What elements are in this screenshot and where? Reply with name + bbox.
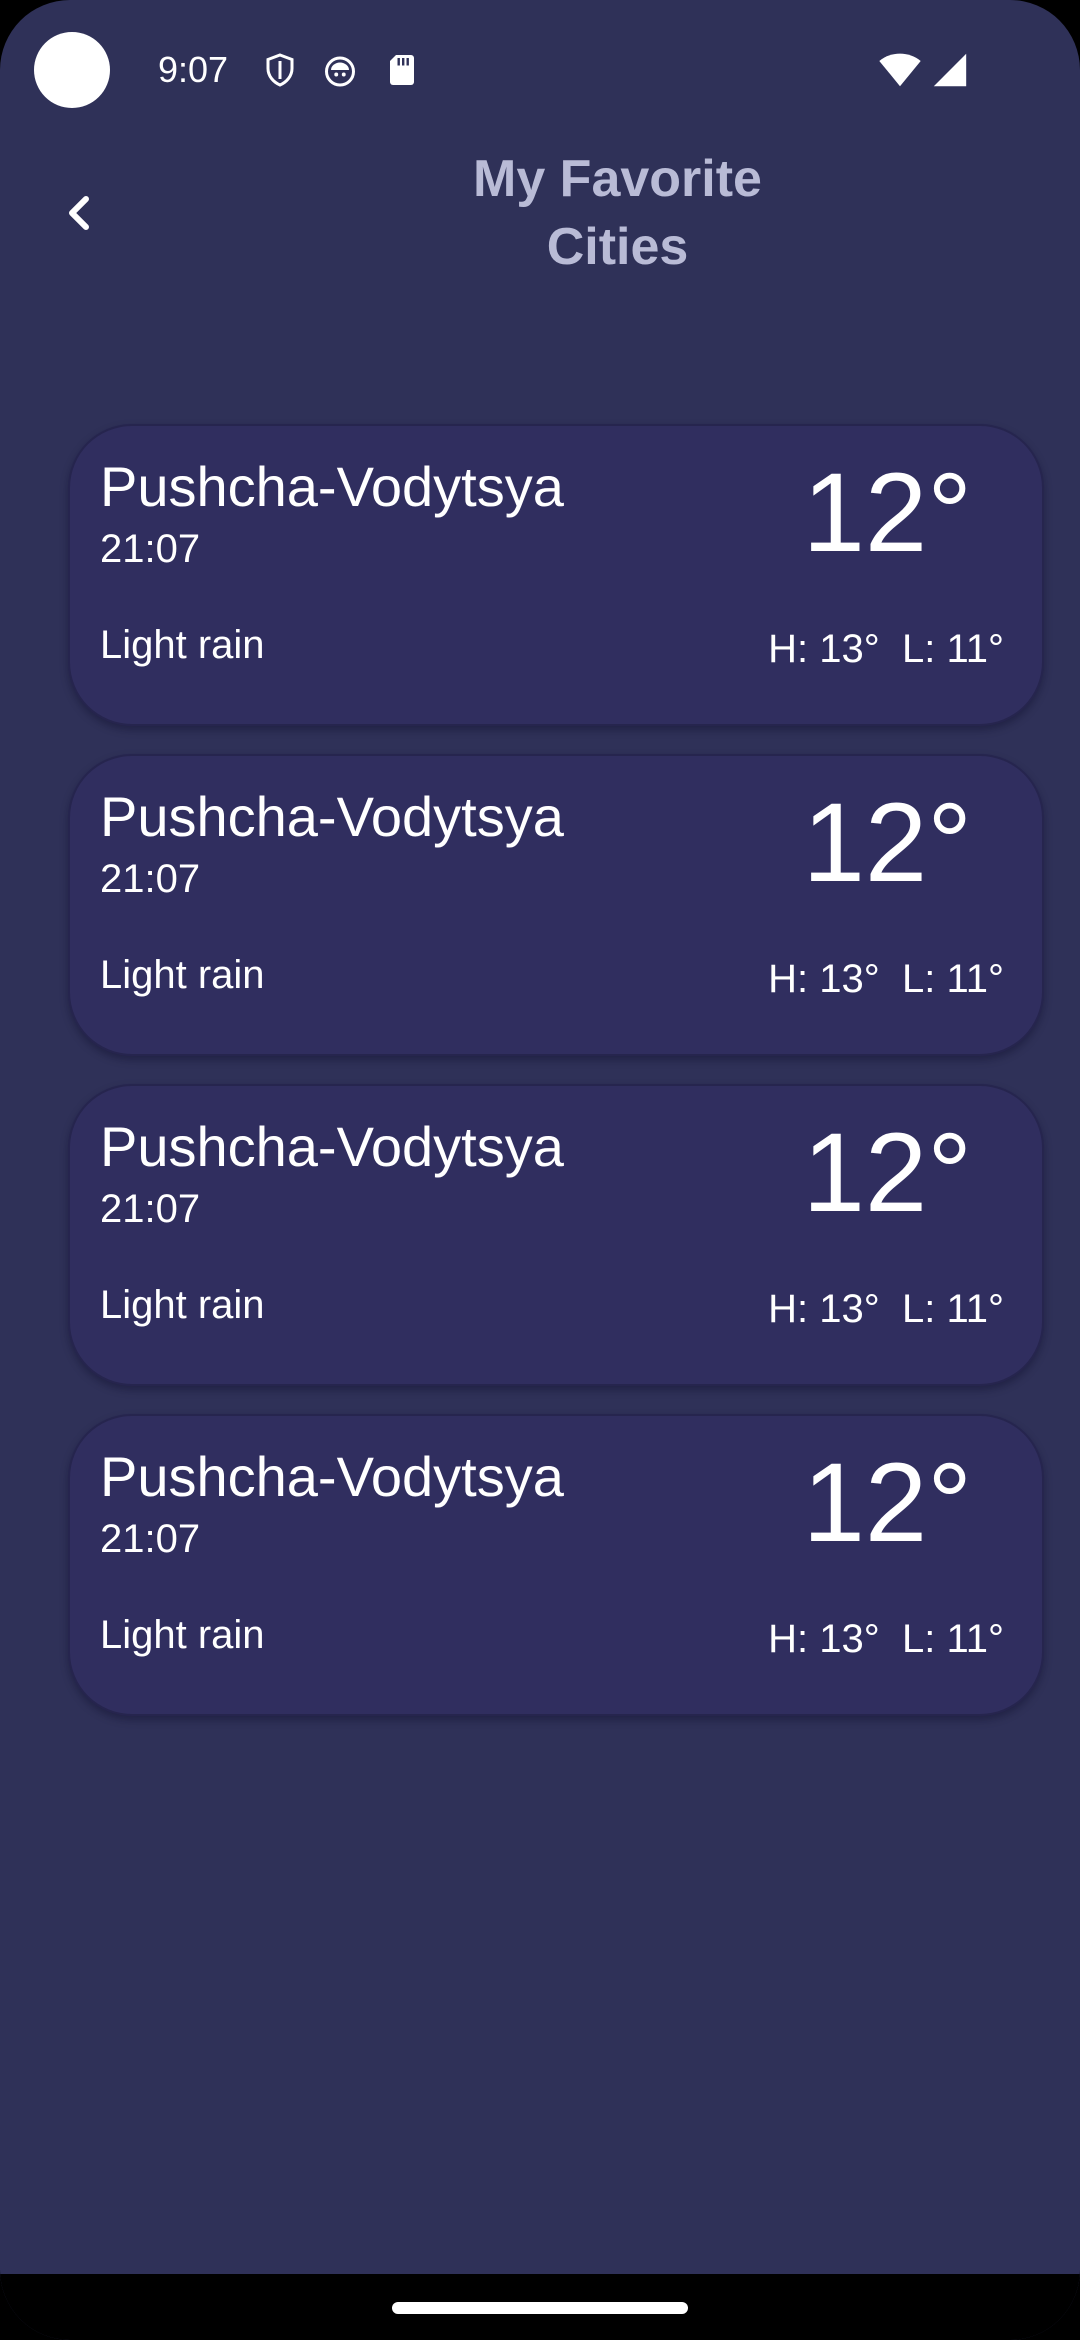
high-low-temperature: H: 13° L: 11°: [768, 1287, 1004, 1331]
weather-condition: Light rain: [100, 953, 265, 997]
city-name: Pushcha-Vodytsya: [100, 1115, 564, 1178]
wifi-icon: [879, 53, 921, 87]
camera-cutout: [34, 32, 110, 108]
page-title: My Favorite Cities: [473, 150, 762, 276]
city-name: Pushcha-Vodytsya: [100, 785, 564, 848]
weather-condition: Light rain: [100, 1613, 265, 1657]
home-indicator[interactable]: [392, 2302, 688, 2314]
city-name: Pushcha-Vodytsya: [100, 1445, 564, 1508]
high-low-temperature: H: 13° L: 11°: [768, 1617, 1004, 1661]
high-low-temperature: H: 13° L: 11°: [768, 957, 1004, 1001]
city-name: Pushcha-Vodytsya: [100, 455, 564, 518]
city-local-time: 21:07: [100, 1517, 201, 1561]
status-bar: 9:07: [0, 0, 1080, 140]
current-temperature: 12°: [802, 1440, 972, 1565]
weather-condition: Light rain: [100, 1283, 265, 1327]
chevron-left-icon: [69, 196, 89, 230]
current-temperature: 12°: [802, 780, 972, 905]
city-list: Pushcha-Vodytsya 21:07 Light rain 12° H:…: [68, 424, 1044, 1744]
high-low-temperature: H: 13° L: 11°: [768, 627, 1004, 671]
current-temperature: 12°: [802, 450, 972, 575]
back-button[interactable]: [50, 180, 106, 246]
city-card[interactable]: Pushcha-Vodytsya 21:07 Light rain 12° H:…: [68, 1414, 1044, 1716]
city-card[interactable]: Pushcha-Vodytsya 21:07 Light rain 12° H:…: [68, 424, 1044, 726]
status-time: 9:07: [158, 49, 229, 90]
city-local-time: 21:07: [100, 857, 201, 901]
weather-condition: Light rain: [100, 623, 265, 667]
city-card[interactable]: Pushcha-Vodytsya 21:07 Light rain 12° H:…: [68, 1084, 1044, 1386]
shield-icon: [266, 53, 294, 87]
city-card[interactable]: Pushcha-Vodytsya 21:07 Light rain 12° H:…: [68, 754, 1044, 1056]
city-local-time: 21:07: [100, 527, 201, 571]
city-local-time: 21:07: [100, 1187, 201, 1231]
app-screen: 9:07 My Favorite Cities Pushcha-Vodytsya…: [0, 0, 1080, 2340]
status-right-icons: [878, 52, 970, 88]
cellular-signal-icon: [933, 53, 967, 87]
current-temperature: 12°: [802, 1110, 972, 1235]
android-face-icon: [325, 56, 355, 87]
sd-card-icon: [390, 55, 414, 85]
